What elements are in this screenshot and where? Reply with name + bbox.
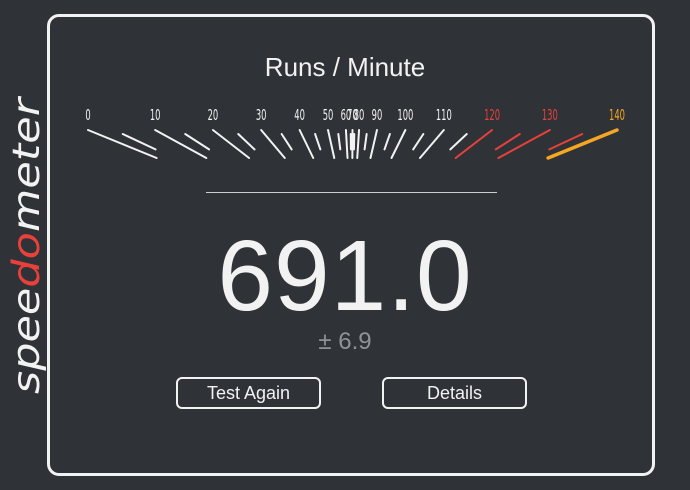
speedometer-page: speedometer Runs / Minute 0 10 20 30 40 50 60 7… bbox=[0, 0, 690, 490]
gauge-label-80: 80 bbox=[354, 106, 365, 124]
speed-gauge: 0 10 20 30 40 50 60 70 80 90 100 110 120 130 140 bbox=[80, 100, 625, 170]
divider bbox=[206, 192, 497, 193]
gauge-tick bbox=[390, 129, 407, 159]
gauge-tick bbox=[454, 129, 494, 159]
gauge-label-30: 30 bbox=[256, 106, 267, 124]
details-button[interactable]: Details bbox=[382, 377, 527, 409]
gauge-tick bbox=[154, 129, 208, 159]
gauge-label-100: 100 bbox=[397, 106, 413, 124]
gauge-tick bbox=[337, 133, 342, 151]
gauge-tick bbox=[494, 133, 521, 151]
gauge-label-130: 130 bbox=[542, 106, 558, 124]
gauge-label-90: 90 bbox=[372, 106, 383, 124]
gauge-tick bbox=[314, 133, 322, 151]
gauge-tick bbox=[280, 133, 293, 151]
gauge-tick bbox=[298, 129, 315, 159]
score-error: ± 6.9 bbox=[318, 328, 372, 355]
gauge-tick bbox=[412, 133, 425, 151]
gauge-tick bbox=[344, 129, 349, 159]
gauge-label-50: 50 bbox=[323, 106, 334, 124]
gauge-label-20: 20 bbox=[208, 106, 219, 124]
metric-title: Runs / Minute bbox=[264, 52, 426, 82]
gauge-label-40: 40 bbox=[294, 106, 305, 124]
logo-text-meter: meter bbox=[5, 96, 46, 232]
test-again-button[interactable]: Test Again bbox=[176, 377, 321, 409]
gauge-tick bbox=[327, 129, 336, 159]
gauge-tick bbox=[363, 133, 368, 151]
gauge-label-140: 140 bbox=[609, 106, 625, 124]
gauge-tick bbox=[369, 129, 378, 159]
gauge-tick bbox=[497, 129, 551, 159]
gauge-tick bbox=[449, 133, 468, 151]
gauge-label-0: 0 bbox=[85, 106, 90, 124]
gauge-tick bbox=[383, 133, 391, 151]
gauge-label-10: 10 bbox=[150, 106, 161, 124]
gauge-tick bbox=[237, 133, 256, 151]
gauge-tick bbox=[356, 129, 361, 159]
gauge-tick bbox=[184, 133, 211, 151]
score-value: 691.0 bbox=[217, 220, 473, 332]
gauge-label-110: 110 bbox=[436, 106, 452, 124]
gauge-tick bbox=[211, 129, 251, 159]
gauge-label-120: 120 bbox=[484, 106, 500, 124]
